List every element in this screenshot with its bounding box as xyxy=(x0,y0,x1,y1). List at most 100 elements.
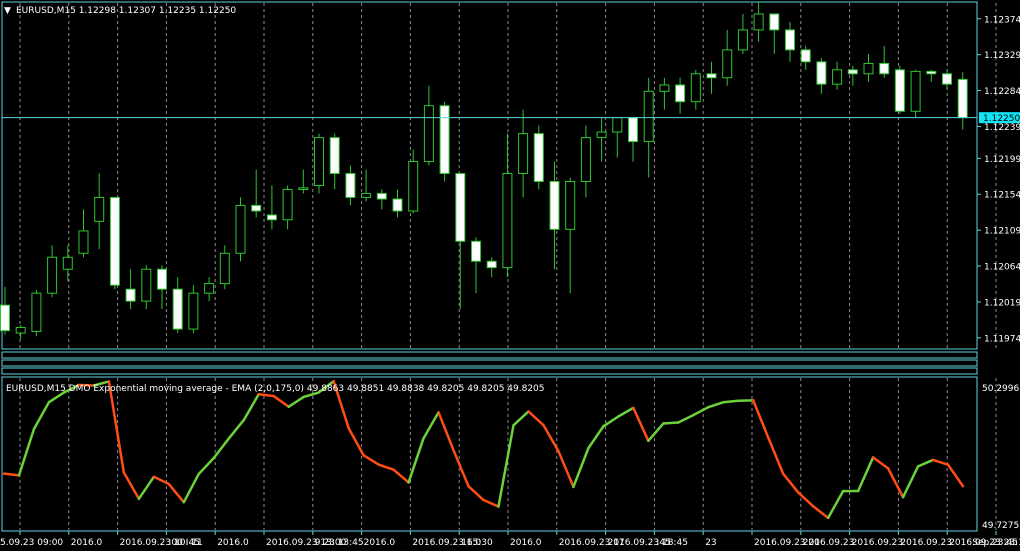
ema-segment-up xyxy=(722,399,740,404)
candle-body-bear xyxy=(266,214,277,221)
candle-body-bull xyxy=(62,256,73,270)
time-tick-label: 2016.09.23 xyxy=(803,538,855,548)
header-triangle-icon: ▼ xyxy=(4,6,11,16)
candle-body-bull xyxy=(690,73,701,103)
trading-chart[interactable]: ▼ EURUSD,M15 1.12298 1.12307 1.12235 1.1… xyxy=(0,0,1020,551)
candle xyxy=(31,289,42,337)
candle-body-bear xyxy=(471,240,481,262)
indicator-header: EURUSD,M15 DMO Exponential moving averag… xyxy=(6,384,545,394)
candle xyxy=(894,65,905,114)
price-tick-label: 1.11974 xyxy=(984,334,1020,344)
candle-body-bull xyxy=(141,268,152,302)
time-tick-label: Sep 23:45 xyxy=(972,538,1018,548)
candle-body-bull xyxy=(565,180,576,230)
candle-body-bear xyxy=(439,105,450,175)
current-price-marker: 1.12250 xyxy=(979,112,1020,124)
ema-segment-down xyxy=(2,472,21,477)
candle-body-bear xyxy=(816,61,827,85)
candle-body-bear xyxy=(628,117,638,143)
candle-body-bull xyxy=(659,84,670,92)
candle-body-bear xyxy=(172,288,183,330)
time-tick-label: 9.23 13:45 xyxy=(315,538,364,548)
price-tick-label: 1.12239 xyxy=(984,123,1020,133)
time-tick-label: :45 xyxy=(656,538,670,548)
candle-body-bear xyxy=(251,204,262,212)
candle-body-bull xyxy=(361,192,372,198)
candle-body-bear xyxy=(329,137,340,175)
candle-body-bear xyxy=(125,288,136,302)
candle-body-bull xyxy=(15,326,26,334)
candle-body-bull xyxy=(188,292,199,330)
candle-body-bull xyxy=(408,161,419,212)
candle-body-bear xyxy=(800,49,811,63)
candle-body-bull xyxy=(612,117,623,133)
candle-body-bull xyxy=(832,69,843,85)
candle-body-bear xyxy=(675,84,686,103)
time-tick-label: 2016.09.23 18:45 xyxy=(608,538,688,548)
price-tick-label: 1.12064 xyxy=(984,263,1020,273)
candle-body-bear xyxy=(345,173,356,198)
time-tick-label: 2016.0 xyxy=(510,538,542,548)
candle-body-bull xyxy=(78,230,89,254)
candle-body-bull xyxy=(502,173,513,269)
candle-body-bull xyxy=(518,133,529,175)
candle-body-bear xyxy=(109,196,120,286)
candle-body-bear xyxy=(706,73,717,79)
candle-body-bear xyxy=(926,70,937,75)
time-tick-label: 2016.0 xyxy=(71,538,103,548)
candle-body-bull xyxy=(580,137,591,182)
candle-body-bear xyxy=(785,29,795,51)
candle xyxy=(109,196,120,290)
candle-body-bear xyxy=(533,133,544,182)
candle-body-bull xyxy=(94,196,105,222)
candle-body-bull xyxy=(753,13,764,31)
price-tick-label: 1.12019 xyxy=(984,298,1020,308)
candle-body-bull xyxy=(737,29,748,51)
candle-body-bear xyxy=(486,260,497,269)
time-tick-label: 5.09.23 09:00 xyxy=(0,538,63,548)
candle-body-bull xyxy=(722,49,733,79)
candle-body-bear xyxy=(769,13,780,31)
indicator-tick-top: 50.2996 xyxy=(982,384,1019,394)
candle xyxy=(439,101,450,182)
candle-body-bear xyxy=(0,304,10,332)
candle-body-bear xyxy=(957,78,968,119)
candle xyxy=(533,125,544,190)
candle-body-bull xyxy=(47,256,58,294)
candle-body-bear xyxy=(392,198,403,212)
current-price-label: 1.12250 xyxy=(983,114,1020,124)
candle-body-bull xyxy=(31,292,42,332)
candle-body-bull xyxy=(282,188,293,221)
candle xyxy=(910,69,921,118)
candle-body-bear xyxy=(157,268,167,290)
time-tick-label: 2016.09.23 xyxy=(900,538,952,548)
candle-body-bull xyxy=(910,70,921,112)
candle-body-bull xyxy=(219,252,230,285)
time-tick-label: 2016.09.23 xyxy=(852,538,904,548)
candle xyxy=(235,197,246,262)
candle-body-bull xyxy=(235,204,246,254)
candle-body-bear xyxy=(376,192,387,200)
candle-body-bear xyxy=(942,73,952,85)
candle-body-bull xyxy=(204,283,215,294)
price-tick-label: 1.12199 xyxy=(984,155,1020,165)
candle-body-bull xyxy=(863,62,874,75)
price-tick-label: 1.12284 xyxy=(984,87,1020,97)
candle-body-bull xyxy=(314,137,324,186)
candle-body-bear xyxy=(879,62,890,75)
candle xyxy=(314,133,324,194)
time-tick-label: 23 xyxy=(705,538,716,548)
time-tick-label: 2016.0 xyxy=(364,538,396,548)
price-header: EURUSD,M15 1.12298 1.12307 1.12235 1.122… xyxy=(16,6,236,16)
candle-body-bull xyxy=(423,105,434,163)
candle-body-bull xyxy=(298,187,309,190)
price-tick-label: 1.12154 xyxy=(984,191,1020,201)
time-tick-label: :00 I 11 xyxy=(168,538,202,548)
candle-body-bear xyxy=(549,180,560,230)
candle-body-bear xyxy=(455,173,466,242)
price-tick-label: 1.12109 xyxy=(984,227,1020,237)
time-tick-label: 16.0 xyxy=(461,538,481,548)
candle-body-bear xyxy=(847,69,858,75)
candle-body-bear xyxy=(894,69,905,112)
candle-body-bull xyxy=(643,90,654,143)
